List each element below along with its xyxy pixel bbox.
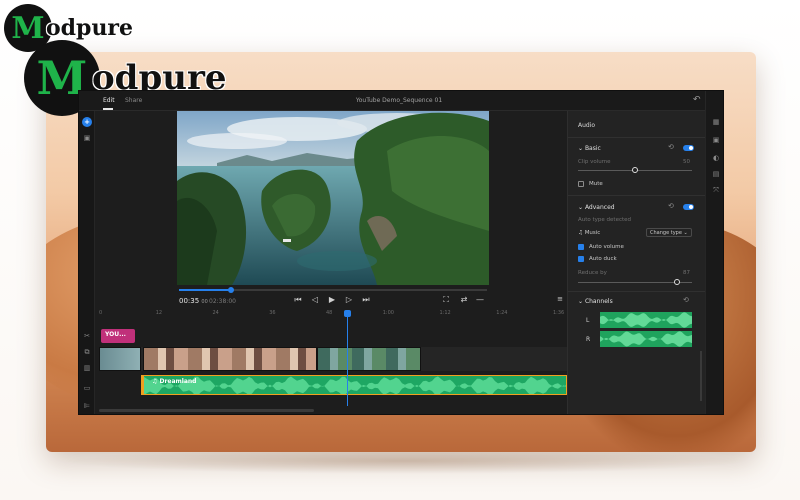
divider	[568, 137, 706, 138]
right-toolbar: ▦ ▣ ◐ ▤ ⤧	[705, 91, 723, 414]
ruler-tick: 12	[155, 310, 163, 316]
audio-clip-name: ♫ Dreamland	[152, 378, 197, 385]
active-tab-indicator	[103, 108, 113, 110]
left-toolbar: + ▣ ✂ ⧉ ▥ ▭ ⊫	[79, 111, 95, 414]
panel-scrollbar[interactable]	[700, 351, 702, 401]
video-frame-image	[177, 111, 489, 285]
channels-section-header[interactable]: ⌄ Channels	[578, 298, 613, 305]
audio-icon[interactable]: ▤	[711, 169, 721, 179]
logo-text: odpure	[46, 15, 134, 41]
reset-icon[interactable]: ⟲	[668, 202, 674, 210]
transform-icon[interactable]: ⤧	[711, 185, 721, 195]
media-icon[interactable]: ▣	[82, 133, 92, 143]
video-clip[interactable]	[99, 347, 141, 371]
caption-icon[interactable]: ▭	[82, 383, 92, 393]
duplicate-icon[interactable]: ⧉	[82, 347, 92, 357]
ruler-tick: 1:12	[439, 310, 451, 316]
change-type-dropdown[interactable]: Change type ⌄	[646, 228, 692, 237]
panel-title: Audio	[578, 122, 596, 129]
save-icon[interactable]: ▣	[711, 135, 721, 145]
divider	[568, 195, 706, 196]
skip-forward-icon[interactable]: ⏭	[361, 295, 371, 305]
channel-left-label: L	[586, 317, 590, 324]
reduce-by-value: 87	[683, 270, 690, 276]
top-bar: Edit Share YouTube Demo_Sequence 01 ↶ ▤	[79, 91, 723, 111]
scissors-icon[interactable]: ✂	[82, 331, 92, 341]
more-icon[interactable]: —	[475, 295, 485, 304]
crop-icon[interactable]: ⛶	[441, 295, 451, 305]
video-clip[interactable]	[143, 347, 317, 371]
ruler-tick: 48	[326, 310, 333, 316]
menu-icon[interactable]: ≡	[555, 295, 565, 303]
step-forward-icon[interactable]: ▷	[344, 295, 354, 304]
timeline-ruler[interactable]: 0 12 24 36 48 1:00 1:12 1:24 1:36	[99, 310, 567, 320]
music-note-icon: ♫	[578, 230, 583, 236]
ruler-tick: 0	[99, 310, 103, 316]
channel-left-meter	[600, 312, 692, 328]
reduce-by-slider[interactable]	[578, 279, 692, 285]
loop-icon[interactable]: ⇄	[459, 295, 469, 304]
video-track	[99, 347, 567, 371]
divider	[568, 291, 706, 292]
mute-checkbox[interactable]	[578, 181, 584, 187]
auto-type-label: Auto type detected	[578, 217, 632, 223]
video-preview[interactable]	[177, 111, 489, 285]
clip-volume-thumb[interactable]	[632, 167, 638, 173]
basic-toggle[interactable]	[683, 145, 694, 151]
seek-thumb[interactable]	[228, 287, 235, 293]
audio-waveform	[144, 376, 566, 394]
reduce-by-thumb[interactable]	[674, 279, 681, 285]
reset-icon[interactable]: ⟲	[668, 143, 674, 151]
seek-progress	[179, 289, 232, 291]
mute-label: Mute	[589, 181, 603, 187]
auto-duck-checkbox[interactable]	[578, 256, 584, 262]
program-monitor	[177, 111, 489, 287]
playhead-line[interactable]	[347, 310, 349, 406]
channel-right-label: R	[586, 336, 591, 343]
ruler-tick: 1:36	[553, 310, 565, 316]
advanced-toggle[interactable]	[683, 204, 694, 210]
properties-icon[interactable]: ▦	[711, 117, 721, 127]
auto-duck-label: Auto duck	[589, 256, 617, 262]
video-editor-window: Edit Share YouTube Demo_Sequence 01 ↶ ▤ …	[78, 90, 724, 415]
plus-icon[interactable]: +	[82, 117, 92, 127]
trash-icon[interactable]: ▥	[82, 363, 92, 373]
document-title: YouTube Demo_Sequence 01	[355, 97, 443, 104]
auto-volume-label: Auto volume	[589, 244, 624, 250]
clip-volume-label: Clip volume	[578, 159, 611, 165]
ruler-tick: 36	[269, 310, 276, 316]
clip-volume-slider[interactable]	[578, 167, 692, 173]
tab-share[interactable]: Share	[125, 97, 142, 104]
auto-volume-checkbox[interactable]	[578, 244, 584, 250]
marker-icon[interactable]: ⊫	[82, 401, 92, 411]
video-clip[interactable]	[317, 347, 421, 371]
chevron-down-icon: ⌄	[683, 230, 688, 236]
ruler-tick: 24	[212, 310, 219, 316]
reset-icon[interactable]: ⟲	[683, 296, 689, 304]
clip-volume-value: 50	[683, 159, 690, 165]
color-icon[interactable]: ◐	[711, 153, 721, 163]
playhead-handle[interactable]	[344, 310, 352, 317]
reduce-by-label: Reduce by	[578, 270, 607, 276]
seek-bar[interactable]	[179, 287, 487, 293]
advanced-section-header[interactable]: ⌄ Advanced	[578, 204, 615, 211]
skip-back-icon[interactable]: ⏮	[293, 295, 303, 305]
timeline-scrollbar[interactable]	[99, 409, 314, 412]
audio-panel: Audio ⌄ Basic ⟲ Clip volume 50 Mute ⌄ Ad…	[567, 111, 706, 414]
basic-section-header[interactable]: ⌄ Basic	[578, 145, 601, 152]
channel-right-meter	[600, 331, 692, 347]
tab-edit[interactable]: Edit	[103, 97, 115, 104]
undo-icon[interactable]: ↶	[693, 95, 701, 105]
title-clip[interactable]: YOU...	[101, 329, 135, 343]
ruler-tick: 1:24	[496, 310, 508, 316]
music-type: ♫ Music	[578, 230, 601, 236]
current-time: 00:35 00	[179, 297, 208, 305]
audio-clip[interactable]: ♫ Dreamland	[141, 375, 567, 395]
step-back-icon[interactable]: ◁	[310, 295, 320, 304]
duration: 02:38:00	[209, 298, 236, 305]
ruler-tick: 1:00	[382, 310, 394, 316]
play-icon[interactable]: ▶	[327, 295, 337, 304]
